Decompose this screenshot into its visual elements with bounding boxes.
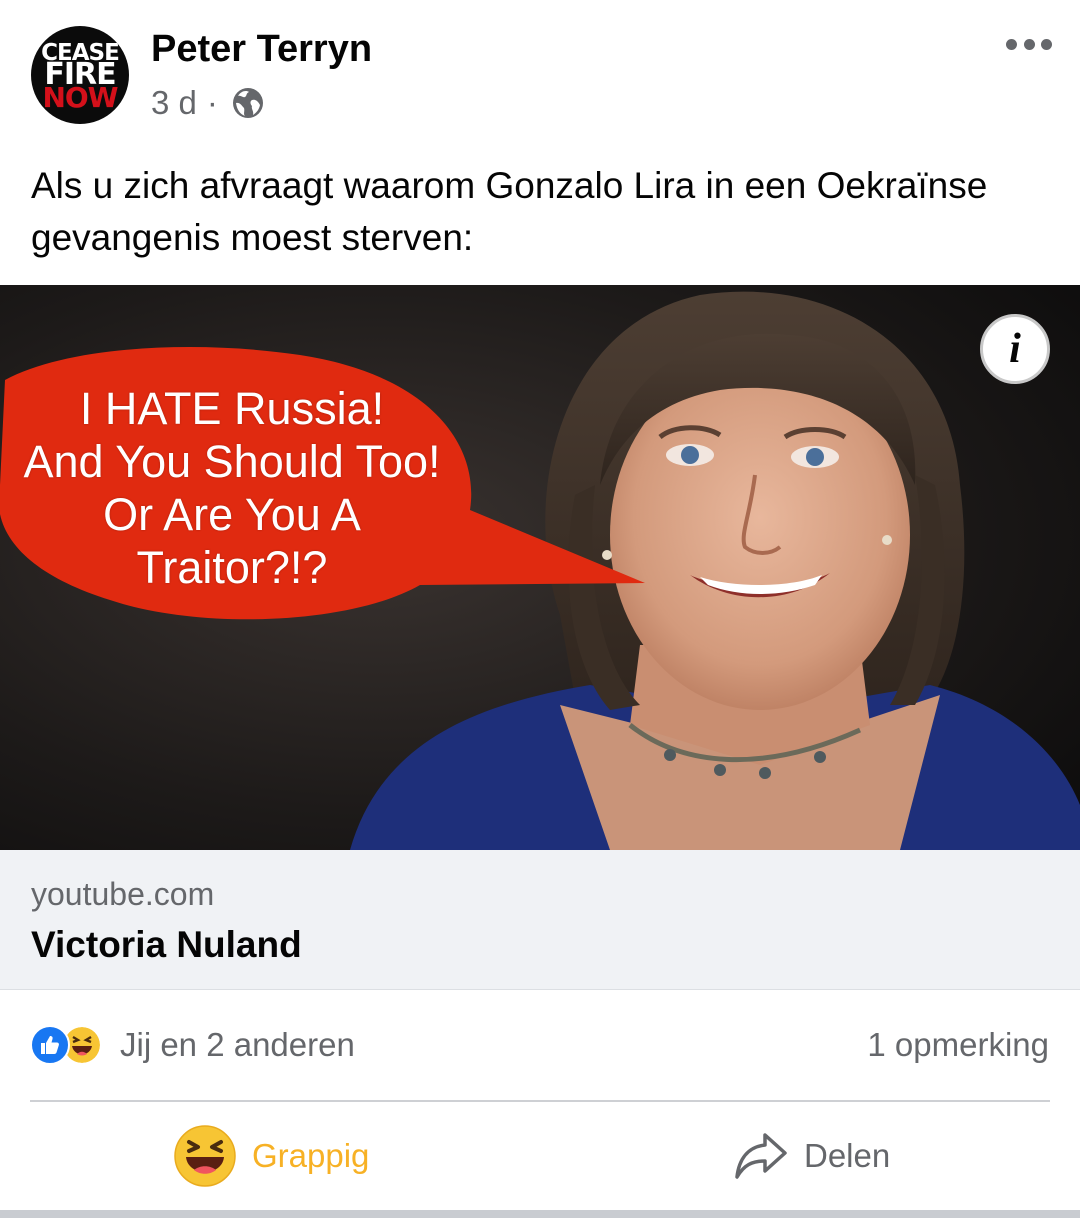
reactions-summary: Jij en 2 anderen 1 opmerking <box>0 990 1080 1100</box>
more-options-icon[interactable] <box>1006 32 1052 56</box>
link-preview[interactable]: youtube.com Victoria Nuland <box>0 850 1080 990</box>
share-label: Delen <box>804 1137 891 1174</box>
avatar-text-now: NOW <box>42 81 118 115</box>
post-image[interactable]: I HATE Russia! And You Should Too! Or Ar… <box>0 285 1080 850</box>
haha-reaction-label: Grappig <box>252 1137 370 1174</box>
reaction-icons[interactable] <box>30 1025 112 1065</box>
reactions-count-text[interactable]: Jij en 2 anderen <box>120 1026 355 1064</box>
speech-bubble-text: I HATE Russia! And You Should Too! Or Ar… <box>12 382 452 594</box>
like-icon <box>30 1025 70 1065</box>
post-header: CEASE FIRE NOW Peter Terryn 3 d · <box>0 0 1080 150</box>
link-title: Victoria Nuland <box>31 924 302 965</box>
comments-count[interactable]: 1 opmerking <box>867 1026 1049 1064</box>
share-button[interactable]: Delen <box>734 1102 890 1210</box>
link-domain: youtube.com <box>31 876 215 912</box>
meta-separator: · <box>206 84 218 121</box>
bubble-line: Traitor?!? <box>136 542 328 593</box>
bubble-line: Or Are You A <box>103 489 361 540</box>
info-button[interactable]: i <box>980 314 1050 384</box>
haha-icon <box>174 1125 236 1187</box>
share-icon <box>735 1133 787 1179</box>
bubble-line: I HATE Russia! <box>79 383 385 434</box>
post-time[interactable]: 3 d <box>151 84 197 122</box>
post-text: Als u zich afvraagt waarom Gonzalo Lira … <box>31 165 988 258</box>
bottom-divider-bar <box>0 1210 1080 1218</box>
globe-icon[interactable] <box>232 87 264 119</box>
author-name[interactable]: Peter Terryn <box>151 28 372 71</box>
more-dot <box>1023 38 1035 50</box>
avatar[interactable]: CEASE FIRE NOW <box>31 26 129 124</box>
action-bar: Grappig Delen <box>0 1102 1080 1210</box>
more-dot <box>1041 38 1052 50</box>
post-meta: 3 d · <box>151 84 264 122</box>
more-dot <box>1006 38 1017 50</box>
bubble-line: And You Should Too! <box>23 436 441 487</box>
haha-reaction-button[interactable]: Grappig <box>174 1102 369 1210</box>
